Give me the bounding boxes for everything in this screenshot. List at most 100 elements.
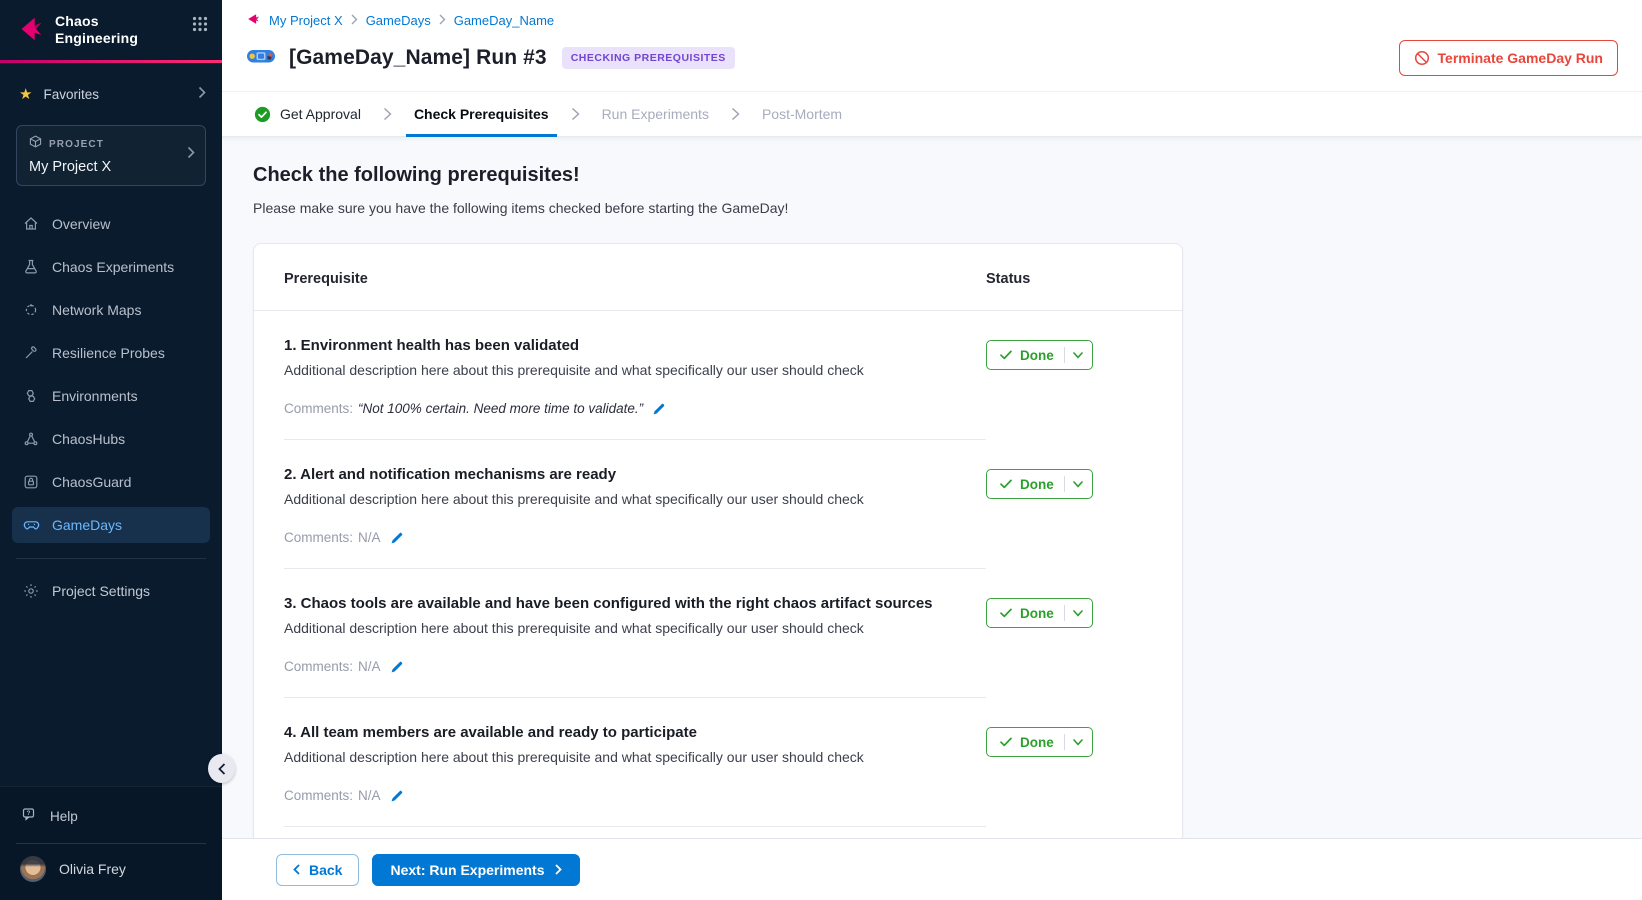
chevron-right-icon <box>571 107 580 121</box>
status-label: Done <box>1020 477 1054 492</box>
column-header-status: Status <box>986 271 1152 287</box>
prerequisite-description: Additional description here about this p… <box>284 362 986 378</box>
content-subheading: Please make sure you have the following … <box>253 200 1642 216</box>
project-selector[interactable]: PROJECT My Project X <box>16 125 206 186</box>
sidebar-item-environments[interactable]: Environments <box>12 378 210 414</box>
status-badge: CHECKING PREREQUISITES <box>562 47 735 69</box>
cube-icon <box>29 135 42 153</box>
tab-run-experiments[interactable]: Run Experiments <box>594 92 717 136</box>
prerequisite-title: 1. Environment health has been validated <box>284 337 986 354</box>
comments-label: Comments: <box>284 788 353 803</box>
prerequisite-row: 2. Alert and notification mechanisms are… <box>254 440 1182 569</box>
comments-label: Comments: <box>284 401 353 416</box>
comment-text: N/A <box>358 530 381 545</box>
sidebar-item-overview[interactable]: Overview <box>12 206 210 242</box>
hub-icon <box>22 431 40 447</box>
check-icon <box>1000 479 1012 489</box>
sidebar-item-project-settings[interactable]: Project Settings <box>12 573 210 609</box>
comment-text: N/A <box>358 659 381 674</box>
breadcrumb-link-gameday-name[interactable]: GameDay_Name <box>454 13 554 28</box>
status-done-button[interactable]: Done <box>986 727 1093 757</box>
prerequisite-row: 3. Chaos tools are available and have be… <box>254 569 1182 698</box>
sidebar-item-resilience-probes[interactable]: Resilience Probes <box>12 335 210 371</box>
sidebar-item-label: Network Maps <box>52 302 141 318</box>
comment-text: N/A <box>358 788 381 803</box>
chevron-right-icon <box>731 107 740 121</box>
tab-get-approval[interactable]: Get Approval <box>246 92 369 136</box>
environments-icon <box>22 388 40 404</box>
sidebar-item-chaoshubs[interactable]: ChaosHubs <box>12 421 210 457</box>
run-stepper-tabs: Get Approval Check Prerequisites Run Exper… <box>222 91 1642 137</box>
comments-label: Comments: <box>284 530 353 545</box>
chevron-right-icon <box>555 864 562 875</box>
sidebar-item-network-maps[interactable]: Network Maps <box>12 292 210 328</box>
user-name: Olivia Frey <box>59 861 126 877</box>
prerequisite-title: 2. Alert and notification mechanisms are… <box>284 466 986 483</box>
no-entry-icon <box>1414 50 1430 66</box>
status-label: Done <box>1020 735 1054 750</box>
project-name: My Project X <box>29 159 187 175</box>
button-divider <box>1064 347 1065 363</box>
avatar <box>20 856 46 882</box>
edit-comment-icon[interactable] <box>652 402 666 416</box>
sidebar-bottom: ? Help Olivia Frey <box>0 786 222 900</box>
status-label: Done <box>1020 348 1054 363</box>
sidebar-item-help[interactable]: ? Help <box>0 797 222 835</box>
comments-line: Comments:N/A <box>284 659 986 674</box>
module-grid-icon[interactable] <box>192 16 208 37</box>
breadcrumb-chaos-icon <box>246 12 261 29</box>
guard-lock-icon <box>22 474 40 490</box>
tab-label: Post-Mortem <box>762 106 842 122</box>
chevron-right-icon <box>383 107 392 121</box>
sidebar-item-label: ChaosGuard <box>52 474 131 490</box>
check-circle-icon <box>254 106 271 123</box>
sidebar-item-label: Overview <box>52 216 110 232</box>
footer-actions: Back Next: Run Experiments <box>222 838 1642 900</box>
sidebar-item-favorites[interactable]: ★ Favorites <box>0 71 222 117</box>
sidebar-item-chaosguard[interactable]: ChaosGuard <box>12 464 210 500</box>
sidebar-divider <box>16 558 206 559</box>
edit-comment-icon[interactable] <box>390 789 404 803</box>
sidebar-item-label: ChaosHubs <box>52 431 125 447</box>
user-menu[interactable]: Olivia Frey <box>0 854 222 888</box>
terminate-gameday-run-button[interactable]: Terminate GameDay Run <box>1399 40 1618 76</box>
breadcrumb-link-gamedays[interactable]: GameDays <box>366 13 431 28</box>
column-header-prerequisite: Prerequisite <box>284 271 986 287</box>
tab-check-prerequisites[interactable]: Check Prerequisites <box>406 92 557 136</box>
prerequisite-description: Additional description here about this p… <box>284 620 986 636</box>
content-scroll-area[interactable]: Check the following prerequisites! Pleas… <box>222 137 1642 838</box>
button-divider <box>1064 734 1065 750</box>
sidebar-divider <box>16 843 206 844</box>
chevron-down-icon[interactable] <box>1073 352 1083 359</box>
favorites-label: Favorites <box>43 87 187 102</box>
sidebar-item-gamedays[interactable]: GameDays <box>12 507 210 543</box>
tab-label: Check Prerequisites <box>414 106 549 122</box>
status-done-button[interactable]: Done <box>986 598 1093 628</box>
edit-comment-icon[interactable] <box>390 660 404 674</box>
tab-post-mortem[interactable]: Post-Mortem <box>754 92 850 136</box>
prerequisite-description: Additional description here about this p… <box>284 491 986 507</box>
next-run-experiments-button[interactable]: Next: Run Experiments <box>372 854 579 886</box>
network-map-icon <box>22 302 40 318</box>
page-header: My Project X GameDays GameDay_Name [Game… <box>222 0 1642 91</box>
project-settings-label: Project Settings <box>52 583 150 599</box>
svg-text:?: ? <box>27 810 31 817</box>
table-body: 1. Environment health has been validated… <box>254 311 1182 827</box>
chevron-right-icon <box>351 14 358 28</box>
status-done-button[interactable]: Done <box>986 469 1093 499</box>
app-logo-row: ChaosEngineering <box>0 0 222 60</box>
sidebar-item-chaos-experiments[interactable]: Chaos Experiments <box>12 249 210 285</box>
sidebar-collapse-button[interactable] <box>208 754 235 783</box>
chevron-right-icon <box>198 86 206 102</box>
status-done-button[interactable]: Done <box>986 340 1093 370</box>
chevron-down-icon[interactable] <box>1073 610 1083 617</box>
comments-line: Comments: “Not 100% certain. Need more ti… <box>284 401 986 416</box>
comment-text: “Not 100% certain. Need more time to val… <box>358 401 643 416</box>
chevron-down-icon[interactable] <box>1073 481 1083 488</box>
status-label: Done <box>1020 606 1054 621</box>
chevron-down-icon[interactable] <box>1073 739 1083 746</box>
breadcrumb-link-project[interactable]: My Project X <box>269 13 343 28</box>
edit-comment-icon[interactable] <box>390 531 404 545</box>
app-title: ChaosEngineering <box>55 13 182 46</box>
back-button[interactable]: Back <box>276 854 359 886</box>
